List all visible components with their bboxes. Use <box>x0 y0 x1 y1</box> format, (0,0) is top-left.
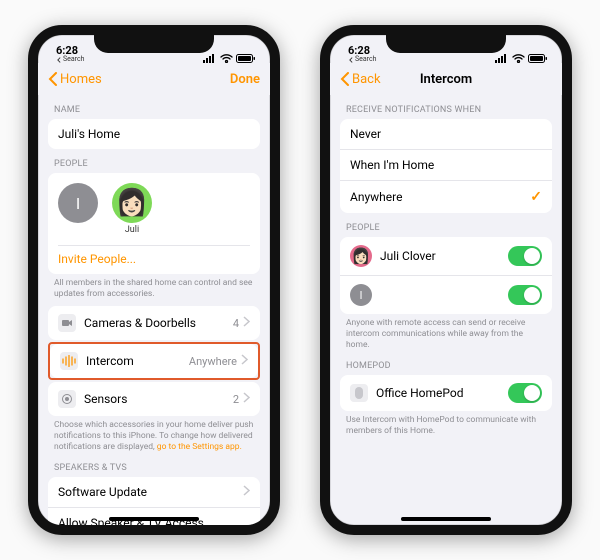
status-back-to-app[interactable]: Search <box>348 56 377 63</box>
navbar: Homes Done <box>38 63 270 95</box>
avatar-icon: I <box>350 284 372 306</box>
chevron-left-icon <box>340 72 350 86</box>
camera-icon <box>58 314 76 332</box>
wifi-icon <box>512 54 525 63</box>
notch <box>386 35 506 53</box>
home-name-field[interactable]: Juli's Home <box>48 119 260 149</box>
section-header-people: PEOPLE <box>48 149 260 173</box>
notifications-footer: Choose which accessories in your home de… <box>48 416 260 453</box>
signal-icon <box>203 54 217 63</box>
navbar: Back Intercom <box>330 63 562 95</box>
avatar-icon: 👩🏻 <box>112 183 152 223</box>
notch <box>94 35 214 53</box>
intercom-row-highlight: Intercom Anywhere <box>48 342 260 380</box>
section-header-notifications: RECEIVE NOTIFICATIONS WHEN <box>340 95 552 119</box>
row-intercom[interactable]: Intercom Anywhere <box>50 344 258 378</box>
wifi-icon <box>220 54 233 63</box>
status-icons <box>495 54 548 63</box>
battery-icon <box>236 54 256 63</box>
people-footer: Anyone with remote access can send or re… <box>340 314 552 351</box>
chevron-right-icon <box>243 392 250 406</box>
row-cameras-doorbells[interactable]: Cameras & Doorbells 4 <box>48 306 260 340</box>
chevron-left-icon <box>48 72 58 86</box>
row-software-update[interactable]: Software Update <box>48 477 260 508</box>
status-icons <box>203 54 256 63</box>
people-card: I 👩🏻 Juli Invite People... <box>48 173 260 274</box>
home-indicator[interactable] <box>401 517 491 521</box>
option-when-home[interactable]: When I'm Home <box>340 150 552 181</box>
section-header-people: PEOPLE <box>340 213 552 237</box>
phone-right: 6:28 Search Back Intercom RECEIVE NOTIFI… <box>320 25 572 535</box>
chevron-right-icon <box>243 316 250 330</box>
homepod-icon <box>350 384 368 402</box>
content-left: NAME Juli's Home PEOPLE I 👩🏻 Juli Invite… <box>38 95 270 525</box>
people-row-juli[interactable]: 👩🏻 Juli Clover <box>340 237 552 276</box>
person-me[interactable]: I <box>58 183 98 235</box>
nav-back-button[interactable]: Homes <box>48 72 102 87</box>
status-back-to-app[interactable]: Search <box>56 56 85 63</box>
chevron-right-icon <box>243 485 250 499</box>
toggle-switch[interactable] <box>508 285 542 305</box>
chevron-right-icon <box>241 354 248 368</box>
toggle-switch[interactable] <box>508 383 542 403</box>
home-indicator[interactable] <box>109 517 199 521</box>
section-header-homepod: HOMEPOD <box>340 351 552 375</box>
person-juli[interactable]: 👩🏻 Juli <box>112 183 152 235</box>
sensor-icon <box>58 390 76 408</box>
homepod-footer: Use Intercom with HomePod to communicate… <box>340 411 552 437</box>
phone-left: 6:28 Search Homes Done NAME Juli's Home … <box>28 25 280 535</box>
people-footer: All members in the shared home can contr… <box>48 274 260 300</box>
nav-back-button[interactable]: Back <box>340 72 381 87</box>
person-label: Juli <box>125 225 139 235</box>
section-header-name: NAME <box>48 95 260 119</box>
signal-icon <box>495 54 509 63</box>
intercom-icon <box>60 352 78 370</box>
checkmark-icon: ✓ <box>530 189 542 205</box>
option-anywhere[interactable]: Anywhere ✓ <box>340 181 552 213</box>
nav-done-button[interactable]: Done <box>230 72 260 87</box>
battery-icon <box>528 54 548 63</box>
avatar-icon: I <box>58 183 98 223</box>
avatar-icon: 👩🏻 <box>350 245 372 267</box>
section-header-speakers: SPEAKERS & TVS <box>48 453 260 477</box>
homepod-row[interactable]: Office HomePod <box>340 375 552 411</box>
row-sensors[interactable]: Sensors 2 <box>48 382 260 416</box>
people-row-me[interactable]: I <box>340 276 552 314</box>
settings-link[interactable]: go to the Settings app. <box>157 442 242 452</box>
option-never[interactable]: Never <box>340 119 552 150</box>
content-right: RECEIVE NOTIFICATIONS WHEN Never When I'… <box>330 95 562 525</box>
toggle-switch[interactable] <box>508 246 542 266</box>
invite-people-button[interactable]: Invite People... <box>58 245 250 266</box>
